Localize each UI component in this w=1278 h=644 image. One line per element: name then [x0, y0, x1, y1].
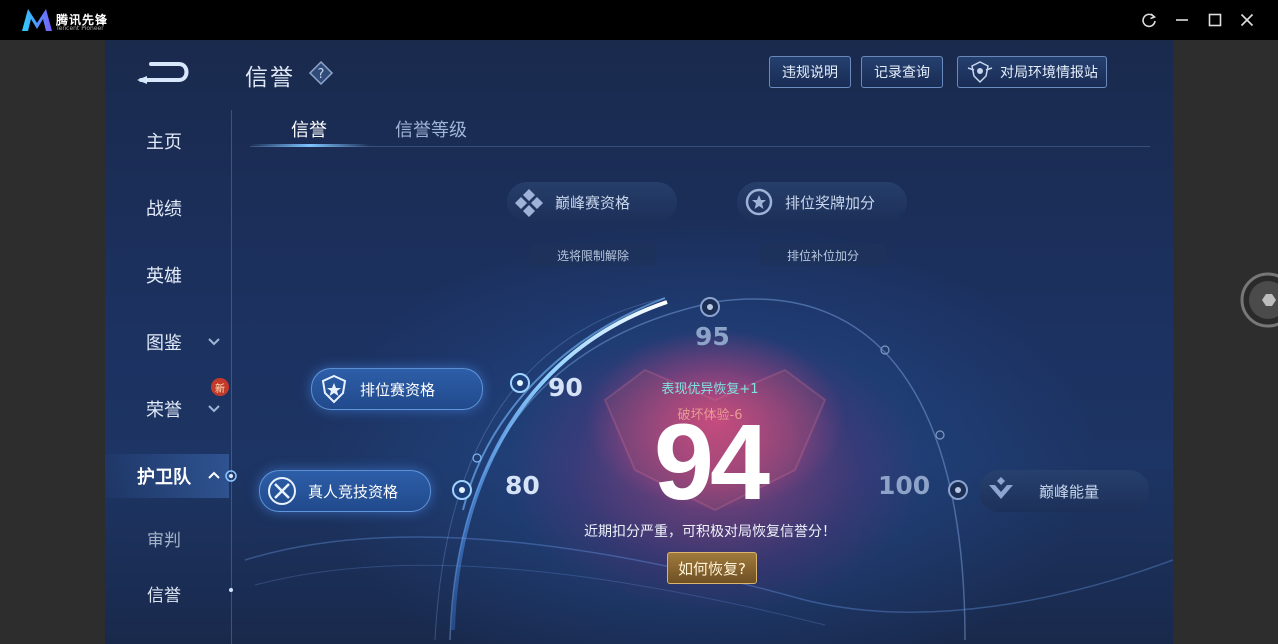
nav-credit-dot — [229, 588, 233, 592]
nav-credit[interactable]: 信誉 — [105, 581, 223, 606]
nav-guard[interactable]: 护卫队 — [105, 463, 223, 489]
active-dot-icon — [225, 470, 237, 482]
score-plus-text: 表现优异恢复+1 — [661, 382, 759, 397]
chevron-down-icon[interactable] — [207, 404, 221, 414]
star-medal-icon — [745, 188, 773, 216]
title-bar: 腾讯先锋 Tencent Pioneer — [0, 0, 1278, 40]
app-subtitle: Tencent Pioneer — [56, 25, 104, 32]
close-icon[interactable] — [1237, 10, 1257, 30]
tab-credit-level[interactable]: 信誉等级 — [395, 116, 467, 142]
nav-home[interactable]: 主页 — [105, 128, 223, 154]
nav-stats[interactable]: 战绩 — [105, 195, 223, 221]
how-to-recover-button[interactable]: 如何恢复? — [667, 552, 757, 584]
chevron-down-icon[interactable] — [207, 337, 221, 347]
peak-qualification-label: 巅峰赛资格 — [555, 193, 631, 212]
nav-honor[interactable]: 荣誉 — [105, 396, 223, 422]
maximize-icon[interactable] — [1205, 10, 1225, 30]
ranked-medal-pill[interactable]: 排位奖牌加分 — [737, 182, 907, 222]
app-logo — [22, 9, 52, 31]
crossed-swords-icon — [268, 477, 296, 505]
nav-judge[interactable]: 审判 — [105, 526, 223, 551]
ranked-qualification-label: 排位赛资格 — [360, 380, 436, 399]
tabs-divider — [250, 146, 1150, 147]
nav-heroes[interactable]: 英雄 — [105, 262, 223, 288]
peak-sub-label: 选将限制解除 — [530, 244, 656, 266]
game-screen: 信誉 ? 违规说明 记录查询 对局环境情报站 主页 战绩 英雄 图鉴 荣誉 新 … — [105, 40, 1173, 644]
nav-gallery[interactable]: 图鉴 — [105, 329, 223, 355]
question-diamond-icon[interactable]: ? — [308, 60, 334, 86]
report-station-label: 对局环境情报站 — [1000, 65, 1098, 81]
refresh-icon[interactable] — [1139, 10, 1159, 30]
rules-button[interactable]: 违规说明 — [769, 56, 851, 88]
report-station-button[interactable]: 对局环境情报站 — [957, 56, 1107, 88]
peak-energy-icon — [989, 477, 1013, 499]
shield-wings-icon — [967, 61, 993, 84]
peak-energy-pill[interactable]: 巅峰能量 — [979, 470, 1149, 512]
tab-active-underline — [250, 144, 370, 147]
floating-ball-icon[interactable] — [1240, 272, 1278, 328]
scale-95: 95 — [695, 322, 730, 351]
human-match-pill[interactable]: 真人竞技资格 — [259, 470, 431, 512]
peak-qualification-pill[interactable]: 巅峰赛资格 — [507, 182, 677, 222]
new-badge: 新 — [211, 378, 229, 396]
chevron-up-icon[interactable] — [207, 470, 221, 480]
tab-credit[interactable]: 信誉 — [291, 116, 327, 142]
sidebar-divider — [231, 110, 232, 644]
shield-star-icon — [321, 374, 347, 404]
human-match-label: 真人竞技资格 — [308, 482, 399, 501]
minimize-icon[interactable] — [1172, 10, 1192, 30]
back-icon[interactable] — [135, 58, 195, 86]
scale-90: 90 — [548, 373, 583, 402]
scale-100: 100 — [878, 471, 931, 500]
ranked-medal-label: 排位奖牌加分 — [785, 193, 876, 212]
credit-score: 94 — [653, 401, 770, 522]
ranked-qualification-pill[interactable]: 排位赛资格 — [311, 368, 483, 410]
score-warning: 近期扣分严重，可积极对局恢复信誉分！ — [584, 524, 836, 540]
peak-diamond-icon — [515, 189, 543, 217]
peak-energy-label: 巅峰能量 — [1039, 482, 1100, 501]
credit-arc-decoration — [244, 297, 1173, 641]
scale-80: 80 — [505, 471, 540, 500]
ranked-sub-label: 排位补位加分 — [760, 244, 886, 266]
records-button[interactable]: 记录查询 — [861, 56, 943, 88]
page-title: 信誉 — [245, 65, 295, 91]
svg-text:?: ? — [318, 67, 325, 82]
